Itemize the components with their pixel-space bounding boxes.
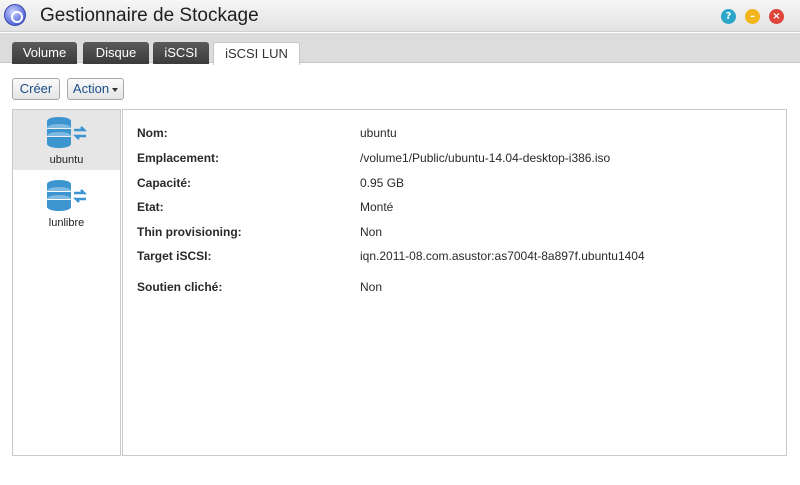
lun-list: ubuntu lunlibre	[12, 109, 121, 456]
database-share-icon	[47, 180, 88, 211]
detail-row-snapshot-support: Soutien cliché: Non	[123, 280, 783, 298]
window-title: Gestionnaire de Stockage	[40, 5, 259, 26]
tab-disque[interactable]: Disque	[83, 42, 149, 64]
detail-label: Nom:	[137, 126, 168, 140]
close-button[interactable]: ×	[769, 9, 784, 24]
detail-value: 0.95 GB	[360, 176, 405, 190]
tab-bar: Volume Disque iSCSI iSCSI LUN	[0, 33, 800, 65]
detail-row-capacity: Capacité: 0.95 GB	[123, 176, 783, 194]
action-button-label: Action	[72, 81, 110, 96]
detail-label: Target iSCSI:	[137, 249, 212, 263]
lun-label: ubuntu	[49, 154, 84, 166]
detail-label: Capacité:	[137, 176, 192, 190]
create-button-label: Créer	[19, 81, 53, 96]
detail-value: iqn.2011-08.com.asustor:as7004t-8a897f.u…	[360, 249, 645, 263]
tab-iscsi-lun[interactable]: iSCSI LUN	[213, 42, 300, 65]
detail-row-thin-provisioning: Thin provisioning: Non	[123, 225, 783, 243]
tab-iscsi[interactable]: iSCSI	[153, 42, 209, 64]
detail-label: Thin provisioning:	[137, 225, 242, 239]
storage-manager-app-icon	[4, 4, 26, 26]
detail-row-location: Emplacement: /volume1/Public/ubuntu-14.0…	[123, 151, 783, 169]
detail-value: ubuntu	[360, 126, 397, 140]
detail-label: Emplacement:	[137, 151, 220, 165]
detail-value: Non	[360, 225, 383, 239]
lun-list-item-lunlibre[interactable]: lunlibre	[13, 173, 120, 233]
caret-down-icon	[112, 87, 119, 92]
detail-row-state: Etat: Monté	[123, 200, 783, 218]
tab-volume[interactable]: Volume	[12, 42, 77, 64]
action-dropdown-button[interactable]: Action	[67, 78, 124, 100]
detail-value: Monté	[360, 200, 394, 214]
lun-label: lunlibre	[48, 217, 85, 229]
detail-label: Soutien cliché:	[137, 280, 223, 294]
detail-row-name: Nom: ubuntu	[123, 126, 783, 144]
database-share-icon	[47, 117, 88, 148]
detail-row-target-iscsi: Target iSCSI: iqn.2011-08.com.asustor:as…	[123, 249, 783, 267]
help-button[interactable]: ?	[721, 9, 736, 24]
detail-label: Etat:	[137, 200, 164, 214]
title-bar: Gestionnaire de Stockage ? – ×	[0, 0, 800, 32]
detail-value: Non	[360, 280, 383, 294]
create-button[interactable]: Créer	[12, 78, 60, 100]
lun-details-panel: Nom: ubuntu Emplacement: /volume1/Public…	[122, 109, 787, 456]
minimize-button[interactable]: –	[745, 9, 760, 24]
lun-list-item-ubuntu[interactable]: ubuntu	[13, 110, 120, 170]
detail-value: /volume1/Public/ubuntu-14.04-desktop-i38…	[360, 151, 611, 165]
